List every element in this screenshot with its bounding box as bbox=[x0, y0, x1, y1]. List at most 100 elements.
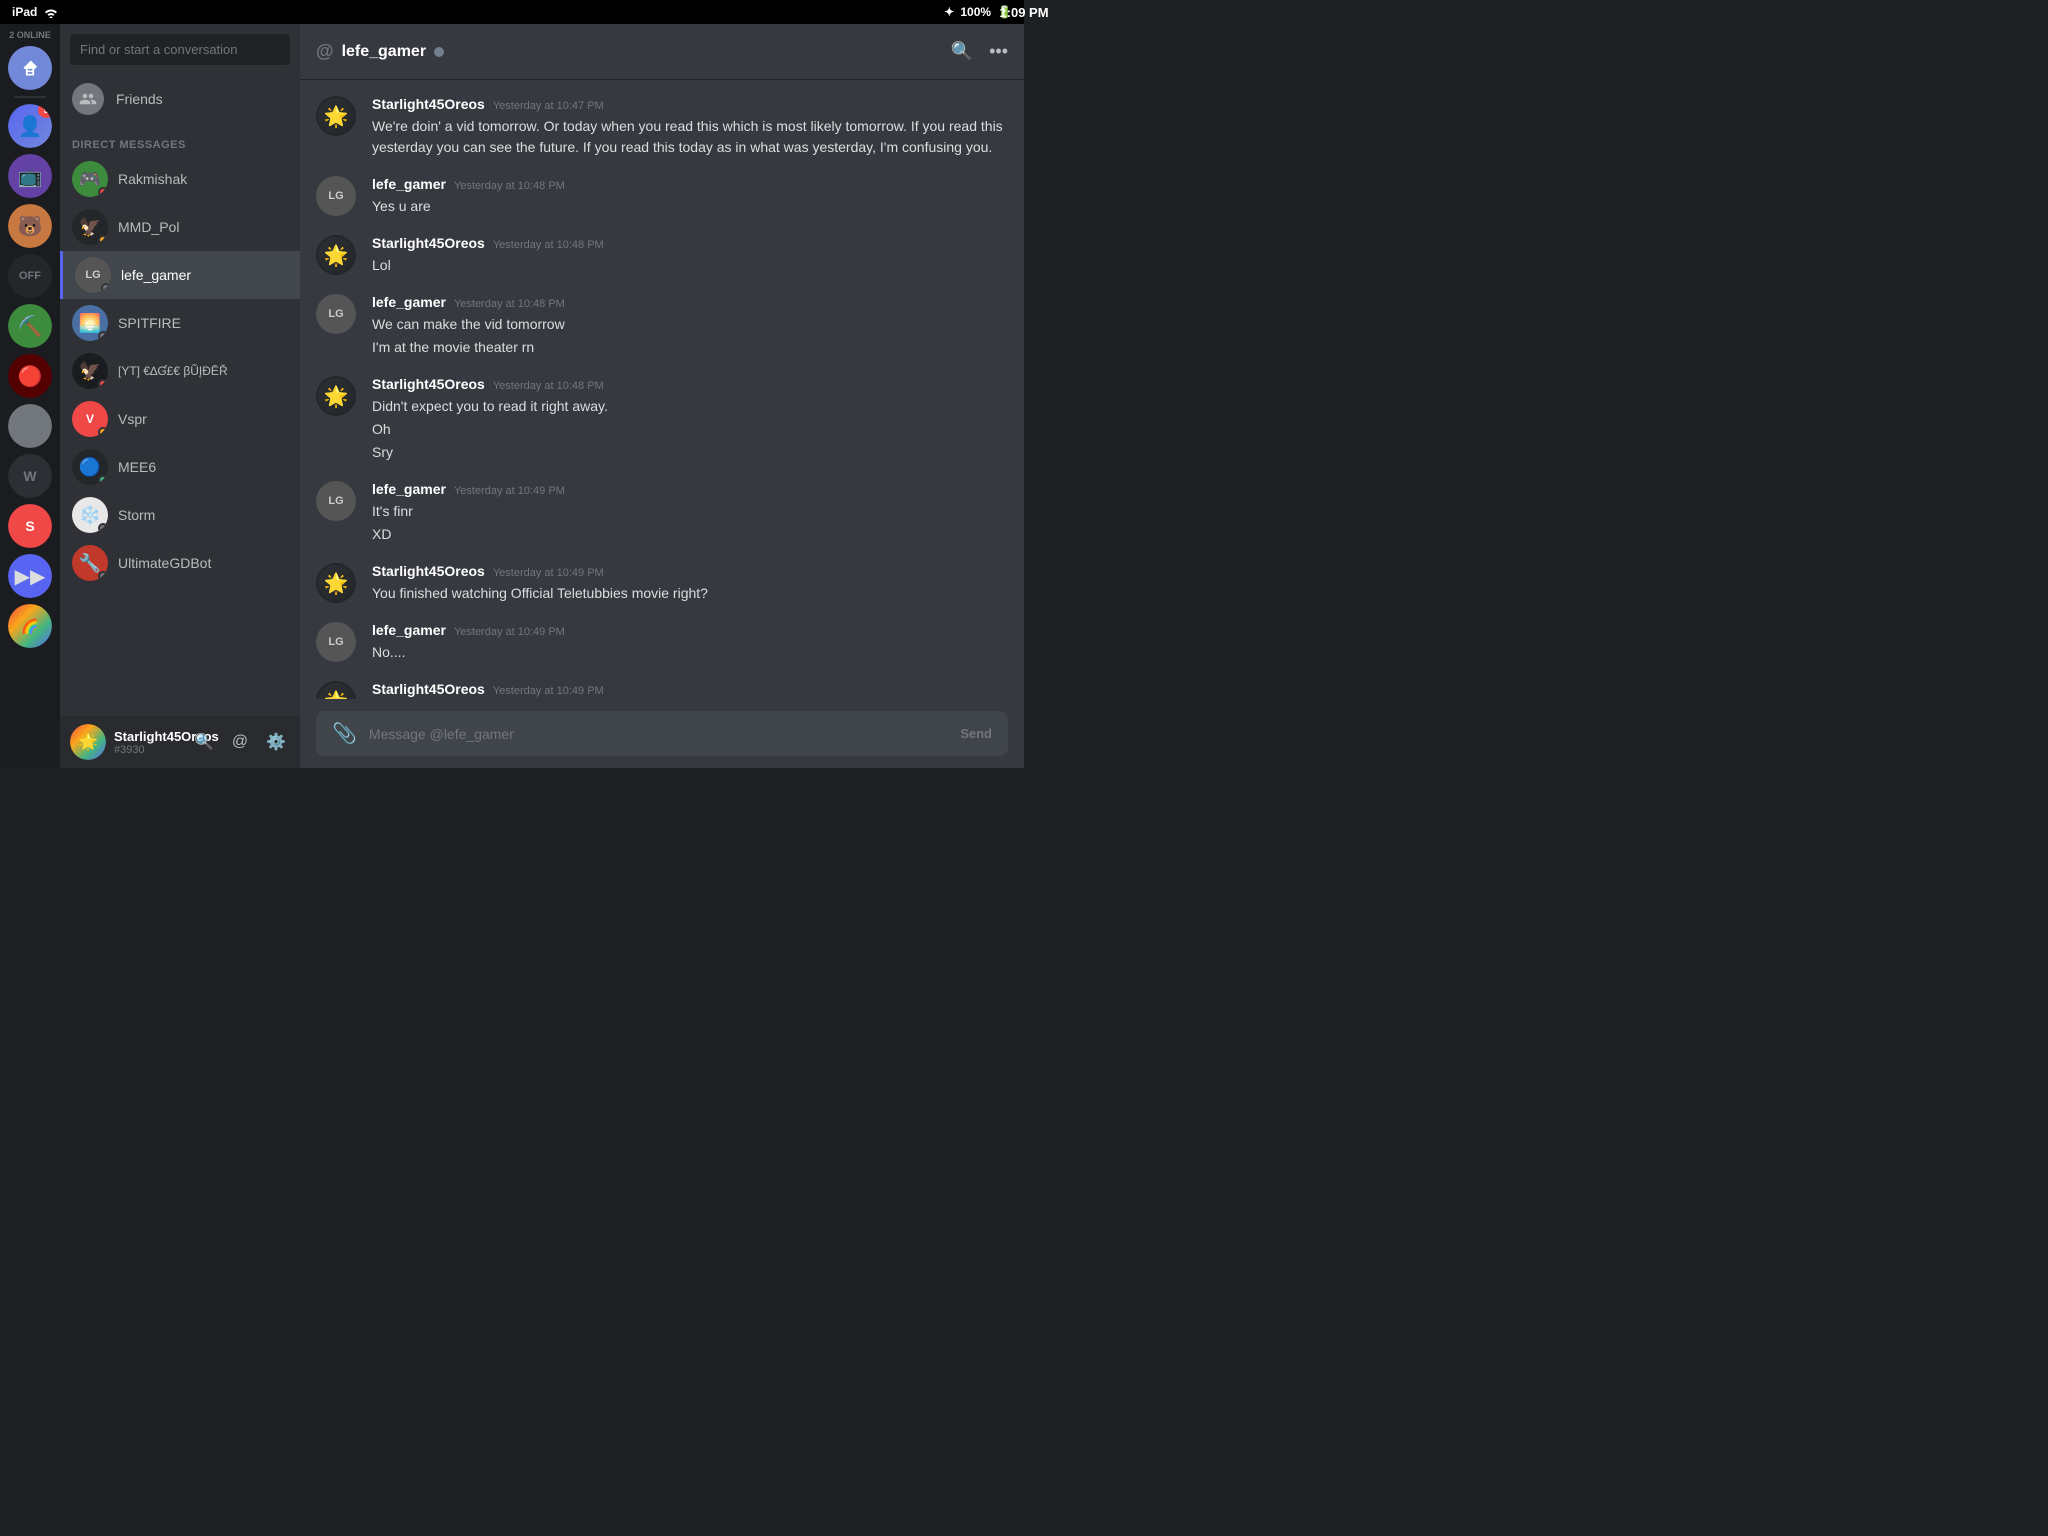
status-dot-ultimategdbot bbox=[98, 571, 108, 581]
dm-avatar-eagle: 🦅 bbox=[72, 353, 108, 389]
status-dot-vspr bbox=[98, 427, 108, 437]
dm-item-mmdpol[interactable]: 🦅 MMD_Pol bbox=[60, 203, 300, 251]
dm-avatar-spitfire: 🌅 bbox=[72, 305, 108, 341]
dm-item-storm[interactable]: ❄️ Storm bbox=[60, 491, 300, 539]
user-avatar: 🌟 bbox=[70, 724, 106, 760]
dm-name-lefegamer: lefe_gamer bbox=[121, 267, 191, 283]
msg-author-6: lefe_gamer bbox=[372, 481, 446, 497]
battery-label: 100% bbox=[960, 5, 991, 19]
search-box[interactable]: Find or start a conversation bbox=[70, 34, 290, 65]
dm-home-button[interactable] bbox=[8, 46, 52, 90]
dm-list: 🎮 Rakmishak 🦅 MMD_Pol LG lefe_gamer bbox=[60, 155, 300, 716]
dm-item-vspr[interactable]: V Vspr bbox=[60, 395, 300, 443]
server-icon-twitch[interactable]: 📺 bbox=[8, 154, 52, 198]
dm-item-spitfire[interactable]: 🌅 SPITFIRE bbox=[60, 299, 300, 347]
dm-sidebar: Find or start a conversation Friends DIR… bbox=[60, 24, 300, 768]
chat-header: @ lefe_gamer 🔍 ••• bbox=[300, 24, 1024, 80]
settings-button[interactable]: ⚙️ bbox=[262, 728, 290, 756]
msg-header-3: Starlight45Oreos Yesterday at 10:48 PM bbox=[372, 235, 1008, 251]
server-icon-1[interactable]: 👤 5 bbox=[8, 104, 52, 148]
msg-avatar-star-5: 🌟 bbox=[316, 681, 356, 699]
msg-avatar-lefe-4: LG bbox=[316, 622, 356, 662]
message-group-2: LG lefe_gamer Yesterday at 10:48 PM Yes … bbox=[316, 176, 1008, 219]
message-group-1: 🌟 Starlight45Oreos Yesterday at 10:47 PM… bbox=[316, 96, 1008, 160]
messages-area: 🌟 Starlight45Oreos Yesterday at 10:47 PM… bbox=[300, 80, 1024, 699]
server-icon-gray[interactable] bbox=[8, 404, 52, 448]
dm-section-header: DIRECT MESSAGES bbox=[60, 123, 300, 155]
dm-item-mee6[interactable]: 🔵 MEE6 bbox=[60, 443, 300, 491]
msg-avatar-lefe-3: LG bbox=[316, 481, 356, 521]
user-panel: 🌟 Starlight45Oreos #3930 🔍 @ ⚙️ bbox=[60, 716, 300, 768]
server-icon-minecraft[interactable]: ⛏️ bbox=[8, 304, 52, 348]
dm-item-ultimategdbot[interactable]: 🔧 UltimateGDBot bbox=[60, 539, 300, 587]
server-icon-w[interactable]: W bbox=[8, 454, 52, 498]
msg-timestamp-9: Yesterday at 10:49 PM bbox=[493, 685, 604, 697]
msg-content-9: Starlight45Oreos Yesterday at 10:49 PM bbox=[372, 681, 1008, 699]
chat-status-dot bbox=[434, 47, 444, 57]
message-input-box: 📎 Send bbox=[316, 711, 1008, 756]
msg-author-8: lefe_gamer bbox=[372, 622, 446, 638]
msg-author-1: Starlight45Oreos bbox=[372, 96, 485, 112]
msg-content-6: lefe_gamer Yesterday at 10:49 PM It's fi… bbox=[372, 481, 1008, 547]
server-icon-bear[interactable]: 🐻 bbox=[8, 204, 52, 248]
send-button[interactable]: Send bbox=[960, 726, 992, 741]
chat-header-right: 🔍 ••• bbox=[951, 41, 1008, 62]
msg-text-2: Yes u are bbox=[372, 196, 1008, 217]
msg-header-8: lefe_gamer Yesterday at 10:49 PM bbox=[372, 622, 1008, 638]
msg-timestamp-4: Yesterday at 10:48 PM bbox=[454, 298, 565, 310]
search-placeholder: Find or start a conversation bbox=[80, 42, 238, 57]
dm-avatar-ultimategdbot: 🔧 bbox=[72, 545, 108, 581]
dm-name-ultimategdbot: UltimateGDBot bbox=[118, 555, 211, 571]
more-button[interactable]: ••• bbox=[989, 41, 1008, 62]
dm-item-rakmishak[interactable]: 🎮 Rakmishak bbox=[60, 155, 300, 203]
mic-search-button[interactable]: 🔍 bbox=[190, 728, 218, 756]
dm-item-lefegamer[interactable]: LG lefe_gamer bbox=[60, 251, 300, 299]
msg-content-4: lefe_gamer Yesterday at 10:48 PM We can … bbox=[372, 294, 1008, 360]
msg-timestamp-6: Yesterday at 10:49 PM bbox=[454, 485, 565, 497]
msg-avatar-star-2: 🌟 bbox=[316, 235, 356, 275]
chat-header-left: @ lefe_gamer bbox=[316, 41, 444, 62]
status-dot-eagle bbox=[98, 379, 108, 389]
dm-name-mmdpol: MMD_Pol bbox=[118, 219, 179, 235]
msg-author-4: lefe_gamer bbox=[372, 294, 446, 310]
friends-item[interactable]: Friends bbox=[60, 75, 300, 123]
message-group-7: 🌟 Starlight45Oreos Yesterday at 10:49 PM… bbox=[316, 563, 1008, 606]
status-dot-rakmishak bbox=[98, 187, 108, 197]
dm-name-vspr: Vspr bbox=[118, 411, 147, 427]
search-button[interactable]: 🔍 bbox=[951, 41, 973, 62]
server-icon-s[interactable]: S bbox=[8, 504, 52, 548]
dm-avatar-vspr: V bbox=[72, 401, 108, 437]
dm-avatar-mmdpol: 🦅 bbox=[72, 209, 108, 245]
server-icon-official[interactable]: OFF bbox=[8, 254, 52, 298]
chat-username: lefe_gamer bbox=[342, 43, 427, 61]
message-input[interactable] bbox=[369, 726, 948, 742]
at-symbol: @ bbox=[316, 41, 334, 62]
user-info: Starlight45Oreos #3930 bbox=[114, 729, 182, 756]
device-label: iPad bbox=[12, 5, 37, 19]
server-icon-arrow[interactable]: ▶▶ bbox=[8, 554, 52, 598]
attach-button[interactable]: 📎 bbox=[332, 721, 357, 746]
msg-avatar-star-1: 🌟 bbox=[316, 96, 356, 136]
msg-header-6: lefe_gamer Yesterday at 10:49 PM bbox=[372, 481, 1008, 497]
badge-5: 5 bbox=[38, 104, 52, 118]
msg-author-2: lefe_gamer bbox=[372, 176, 446, 192]
wifi-icon bbox=[43, 6, 59, 18]
friends-label: Friends bbox=[116, 91, 163, 107]
status-dot-mmdpol bbox=[98, 235, 108, 245]
status-dot-spitfire bbox=[98, 331, 108, 341]
dm-avatar-storm: ❄️ bbox=[72, 497, 108, 533]
server-icon-colorful[interactable]: 🌈 bbox=[8, 604, 52, 648]
msg-author-9: Starlight45Oreos bbox=[372, 681, 485, 697]
msg-avatar-star-3: 🌟 bbox=[316, 376, 356, 416]
server-icon-red[interactable]: 🔴 bbox=[8, 354, 52, 398]
mention-button[interactable]: @ bbox=[226, 728, 254, 756]
message-input-area: 📎 Send bbox=[300, 699, 1024, 768]
dm-name-mee6: MEE6 bbox=[118, 459, 156, 475]
msg-author-5: Starlight45Oreos bbox=[372, 376, 485, 392]
msg-author-7: Starlight45Oreos bbox=[372, 563, 485, 579]
dm-item-eagle[interactable]: 🦅 [YT] €∆Ɠ£€ βŨĮĐĒŘ bbox=[60, 347, 300, 395]
server-sidebar: 2 ONLINE 👤 5 📺 🐻 OFF ⛏️ 🔴 bbox=[0, 24, 60, 768]
msg-avatar-lefe-1: LG bbox=[316, 176, 356, 216]
message-group-4: LG lefe_gamer Yesterday at 10:48 PM We c… bbox=[316, 294, 1008, 360]
msg-text-8: No.... bbox=[372, 642, 1008, 663]
